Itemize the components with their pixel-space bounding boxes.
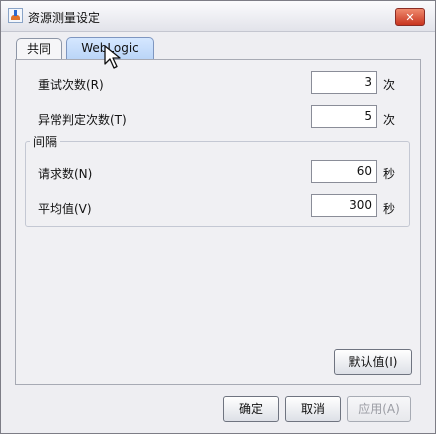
average-interval-input[interactable]: 300 [311,194,377,217]
title-bar[interactable]: 资源测量设定 ✕ [1,1,435,32]
retry-count-input[interactable]: 3 [311,71,377,94]
average-interval-label: 平均值(V) [38,202,92,216]
mouse-cursor-icon [104,45,121,69]
close-button[interactable]: ✕ [395,8,425,26]
interval-group-title: 间隔 [30,133,61,150]
retry-count-unit: 次 [383,78,396,92]
java-app-icon [8,8,23,23]
apply-button[interactable]: 应用(A) [347,396,411,422]
request-interval-unit: 秒 [383,167,396,181]
retry-count-label: 重试次数(R) [38,78,104,92]
ok-button[interactable]: 确定 [223,396,279,422]
abnormal-count-label: 异常判定次数(T) [38,113,127,127]
request-interval-input[interactable]: 60 [311,160,377,183]
tab-common[interactable]: 共同 [16,38,62,60]
settings-dialog: 资源测量设定 ✕ 共同 WebLogic 重试次数(R) 3 次 异常判定次数(… [0,0,436,434]
cancel-button[interactable]: 取消 [285,396,341,422]
average-interval-unit: 秒 [383,202,396,216]
window-title: 资源测量设定 [28,11,101,25]
default-values-button[interactable]: 默认值(I) [334,349,412,375]
abnormal-count-unit: 次 [383,113,396,127]
abnormal-count-input[interactable]: 5 [311,105,377,128]
request-interval-label: 请求数(N) [38,167,93,181]
